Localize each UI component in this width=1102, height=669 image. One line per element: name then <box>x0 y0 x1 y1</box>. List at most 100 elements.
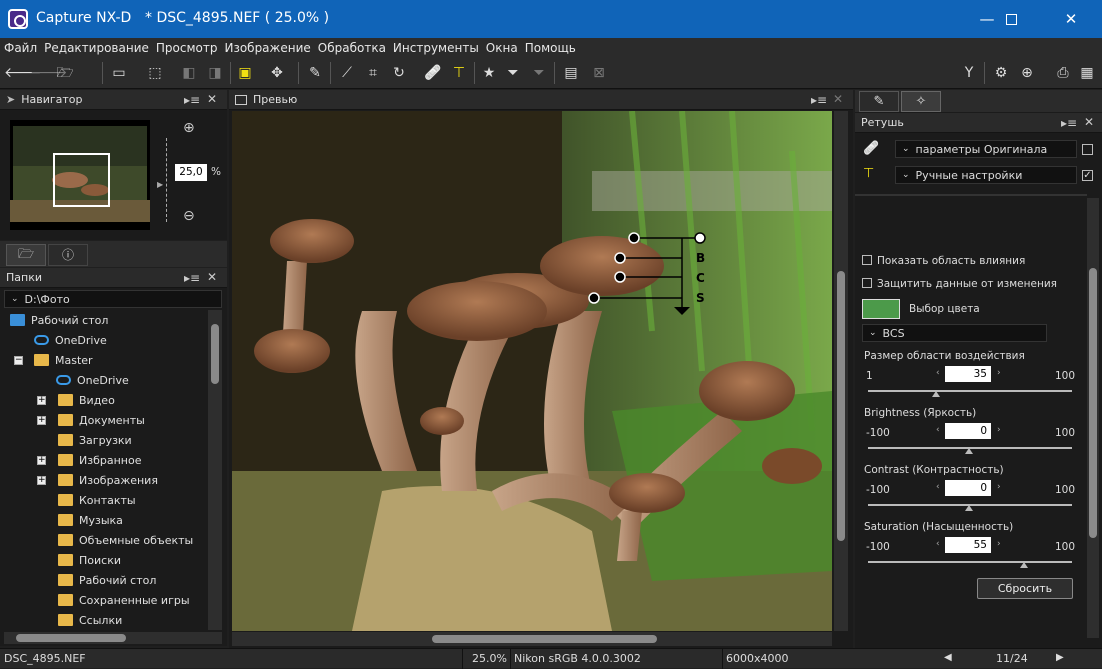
retouch-step-checkbox[interactable] <box>1082 144 1093 155</box>
menu-image[interactable]: Изображение <box>224 41 310 55</box>
tree-item-onedrive-2[interactable]: OneDrive <box>56 370 129 390</box>
split-icon[interactable]: ◨ <box>206 64 224 82</box>
compare-icon[interactable]: ◧ <box>180 64 198 82</box>
control-point-label-c[interactable]: C <box>696 271 705 285</box>
panel-menu-icon[interactable]: ▸≡ <box>811 93 827 107</box>
contrast-input[interactable]: 0 <box>945 480 991 496</box>
scrollbar-thumb[interactable] <box>432 635 657 643</box>
menu-file[interactable]: Файл <box>4 41 37 55</box>
retouch-brush-icon[interactable]: 🩹 <box>424 64 442 82</box>
tree-item-documents[interactable]: Документы <box>58 410 145 430</box>
rotate-icon[interactable]: ↻ <box>390 64 408 82</box>
tree-item-saved-games[interactable]: Сохраненные игры <box>58 590 190 610</box>
color-swatch[interactable] <box>862 299 900 319</box>
grid-view-icon[interactable]: ⬚ <box>146 64 164 82</box>
manual-settings-checkbox[interactable]: ✓ <box>1082 170 1093 181</box>
tab-retouch[interactable]: ✧ <box>901 91 941 112</box>
tree-item-downloads[interactable]: Загрузки <box>58 430 132 450</box>
tree-item-music[interactable]: Музыка <box>58 510 123 530</box>
maximize-button[interactable] <box>988 0 1034 38</box>
previous-image-icon[interactable]: ◀ <box>944 652 952 663</box>
tab-folders[interactable]: 🗁 <box>6 244 46 266</box>
panel-close-icon[interactable]: ✕ <box>207 270 217 284</box>
expand-icon[interactable]: + <box>37 396 46 405</box>
tree-item-contacts[interactable]: Контакты <box>58 490 136 510</box>
increment-icon[interactable]: › <box>997 425 1001 435</box>
menu-windows[interactable]: Окна <box>486 41 518 55</box>
filter-clear-icon[interactable]: ⏷ <box>530 64 548 82</box>
zoom-out-icon[interactable]: ⊖ <box>183 208 195 224</box>
batch-process-icon[interactable]: ⚙ <box>992 64 1010 82</box>
size-slider[interactable] <box>868 390 1072 392</box>
show-area-checkbox[interactable]: Показать область влияния <box>862 255 1025 267</box>
collapse-icon[interactable]: − <box>14 356 23 365</box>
brightness-input[interactable]: 0 <box>945 423 991 439</box>
increment-icon[interactable]: › <box>997 368 1001 378</box>
tab-info[interactable]: ⓘ <box>48 244 88 266</box>
forward-arrow-icon[interactable]: 🡒 <box>30 64 68 82</box>
path-selector[interactable]: ⌄ D:\Фото <box>4 290 222 308</box>
panel-close-icon[interactable]: ✕ <box>207 92 217 106</box>
preview-image[interactable]: B C S <box>232 111 832 631</box>
saturation-input[interactable]: 55 <box>945 537 991 553</box>
multi-view-icon[interactable]: ▣ <box>236 64 254 82</box>
menu-help[interactable]: Помощь <box>525 41 576 55</box>
tree-item-onedrive[interactable]: OneDrive <box>34 330 107 350</box>
tree-item-desktop[interactable]: Рабочий стол <box>10 310 108 330</box>
pan-tool-icon[interactable]: ✥ <box>268 64 286 82</box>
retouch-step-row[interactable]: ⌄ параметры Оригинала <box>895 140 1077 158</box>
retouch-scrollbar[interactable] <box>1087 198 1099 638</box>
print-icon[interactable]: ⎙ <box>1054 64 1072 82</box>
scrollbar-thumb[interactable] <box>1089 268 1097 538</box>
scrollbar-thumb[interactable] <box>837 271 845 541</box>
navigator-thumbnail[interactable] <box>10 120 150 230</box>
size-input[interactable]: 35 <box>945 366 991 382</box>
panel-menu-icon[interactable]: ▸≡ <box>184 271 200 285</box>
reset-button[interactable]: Сбросить <box>977 578 1073 599</box>
thumbnail-icon[interactable]: ▦ <box>1078 64 1096 82</box>
saturation-slider-knob[interactable] <box>1020 562 1028 568</box>
straighten-icon[interactable]: ⟋ <box>338 64 356 82</box>
panel-menu-icon[interactable]: ▸≡ <box>1061 116 1077 130</box>
tree-item-desktop-2[interactable]: Рабочий стол <box>58 570 156 590</box>
increment-icon[interactable]: › <box>997 482 1001 492</box>
tree-item-searches[interactable]: Поиски <box>58 550 121 570</box>
tab-edit[interactable]: ✎ <box>859 91 899 112</box>
crop-icon[interactable]: ⌗ <box>364 64 382 82</box>
saturation-slider[interactable] <box>868 561 1072 563</box>
menu-edit[interactable]: Редактирование <box>44 41 149 55</box>
tree-item-links[interactable]: Ссылки <box>58 610 122 630</box>
menu-tools[interactable]: Инструменты <box>393 41 479 55</box>
filter-icon[interactable]: ⏷ <box>504 64 522 82</box>
control-point-icon[interactable]: ⊤ <box>450 64 468 82</box>
tree-item-3d-objects[interactable]: Объемные объекты <box>58 530 193 550</box>
rating-star-icon[interactable]: ★ <box>480 64 498 82</box>
zoom-in-icon[interactable]: ⊕ <box>183 120 195 136</box>
preview-hscrollbar[interactable] <box>232 632 832 646</box>
color-pick-label[interactable]: Выбор цвета <box>909 303 980 315</box>
expand-icon[interactable]: + <box>37 456 46 465</box>
tree-item-pictures[interactable]: Изображения <box>58 470 158 490</box>
size-slider-knob[interactable] <box>932 391 940 397</box>
menu-view[interactable]: Просмотр <box>156 41 218 55</box>
send-icon[interactable]: Y <box>960 64 978 82</box>
close-button[interactable]: ✕ <box>1048 0 1094 38</box>
zoom-input[interactable]: 25,0 <box>175 164 207 181</box>
expand-icon[interactable]: + <box>37 476 46 485</box>
folder-tree-scrollbar[interactable] <box>208 310 222 630</box>
scrollbar-thumb[interactable] <box>211 324 219 384</box>
eyedropper-icon[interactable]: ✎ <box>306 64 324 82</box>
increment-icon[interactable]: › <box>997 539 1001 549</box>
preview-vscrollbar[interactable] <box>834 111 848 631</box>
open-with-app-icon[interactable]: ⊕ <box>1018 64 1036 82</box>
decrement-icon[interactable]: ‹ <box>936 539 940 549</box>
zoom-slider[interactable] <box>166 138 167 222</box>
decrement-icon[interactable]: ‹ <box>936 425 940 435</box>
control-point-label-b[interactable]: B <box>696 251 705 265</box>
contrast-slider-knob[interactable] <box>965 505 973 511</box>
folder-tree-hscrollbar[interactable] <box>4 632 222 644</box>
tree-item-master[interactable]: Master <box>34 350 93 370</box>
decrement-icon[interactable]: ‹ <box>936 368 940 378</box>
slideshow-icon[interactable]: ▤ <box>562 64 580 82</box>
brightness-slider-knob[interactable] <box>965 448 973 454</box>
